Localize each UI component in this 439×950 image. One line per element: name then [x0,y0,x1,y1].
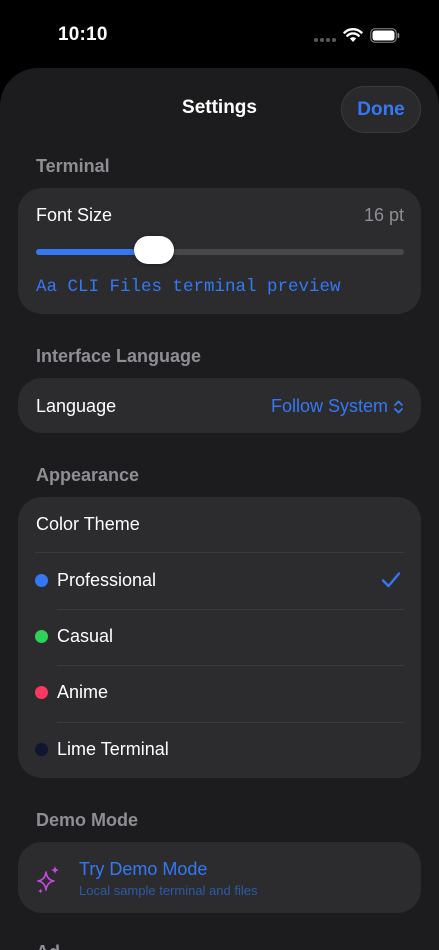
terminal-preview-text: Aa CLI Files terminal preview [36,277,341,297]
demo-mode-title: Try Demo Mode [79,859,208,879]
language-picker[interactable]: Follow System [271,396,404,417]
font-size-slider[interactable] [36,249,404,255]
sparkles-icon [37,866,59,894]
section-header-terminal: Terminal [36,156,110,176]
section-header-demo-mode: Demo Mode [36,810,139,830]
done-button[interactable]: Done [341,86,421,133]
theme-color-dot [35,686,48,699]
theme-label: Anime [57,682,109,702]
signal-dots-icon [314,38,336,42]
font-size-value: 16 pt [363,205,404,225]
try-demo-mode-button[interactable]: Try Demo Mode Local sample terminal and … [18,842,421,913]
section-header-appearance: Appearance [36,465,140,485]
appearance-card: Color Theme Professional Casual Anime Li… [18,497,421,778]
theme-color-dot [35,743,48,756]
terminal-card: Font Size 16 pt Aa CLI Files terminal pr… [18,188,421,314]
section-header-partial: Ad [36,942,60,950]
theme-color-dot [35,574,48,587]
slider-thumb[interactable] [133,236,174,264]
theme-option-anime[interactable]: Anime [18,666,421,722]
status-time: 10:10 [58,24,108,45]
theme-label: Lime Terminal [57,739,169,759]
color-theme-label: Color Theme [36,514,140,534]
language-label: Language [36,396,117,416]
section-header-interface-language: Interface Language [36,346,202,366]
battery-icon [370,28,400,43]
settings-sheet: Settings Done Terminal Font Size 16 pt A… [0,68,439,950]
theme-option-professional[interactable]: Professional [18,553,421,609]
status-bar: 10:10 [0,0,439,68]
font-size-label: Font Size [36,205,113,225]
theme-option-lime-terminal[interactable]: Lime Terminal [18,723,421,779]
chevron-up-down-icon [394,400,403,413]
theme-label: Casual [57,626,114,646]
theme-option-casual[interactable]: Casual [18,610,421,666]
demo-mode-subtitle: Local sample terminal and files [79,883,258,898]
language-row[interactable]: Language Follow System [18,378,421,433]
language-value: Follow System [270,396,388,416]
theme-label: Professional [57,570,157,590]
theme-color-dot [35,630,48,643]
wifi-icon [343,28,363,42]
checkmark-icon [381,572,401,588]
